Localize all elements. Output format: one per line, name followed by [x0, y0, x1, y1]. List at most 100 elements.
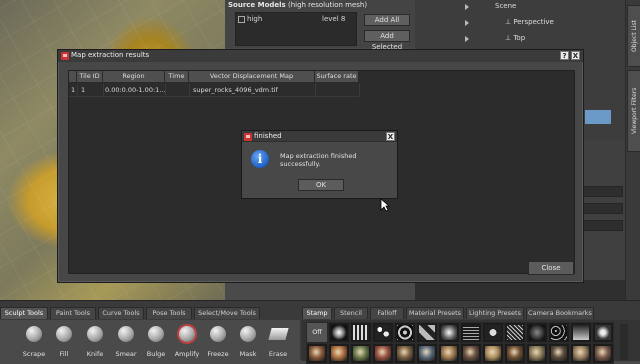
add-all-button[interactable]: Add All: [364, 14, 410, 26]
model-checkbox[interactable]: [238, 16, 245, 23]
column-header-tile-id[interactable]: Tile ID: [77, 71, 103, 83]
bulge-icon: [148, 326, 164, 342]
dialog-titlebar[interactable]: Map extraction results ? X: [58, 50, 583, 62]
tab-select-move-tools[interactable]: Select/Move Tools: [194, 307, 260, 319]
smear-tool[interactable]: Smear: [111, 320, 141, 361]
tab-falloff[interactable]: Falloff: [370, 307, 404, 319]
help-button[interactable]: ?: [560, 51, 569, 60]
stamp-thumbnail[interactable]: [394, 343, 416, 364]
tab-stencil[interactable]: Stencil: [334, 307, 368, 319]
tab-paint-tools[interactable]: Paint Tools: [50, 307, 96, 319]
dialog-close-x-button[interactable]: X: [571, 51, 580, 60]
smear-icon: [118, 326, 134, 342]
property-field[interactable]: [583, 203, 623, 214]
fill-tool[interactable]: Fill: [49, 320, 79, 361]
stamp-thumbnail[interactable]: [394, 322, 416, 343]
stamp-pattern: [485, 346, 501, 361]
stamp-thumbnail[interactable]: [592, 343, 614, 364]
mask-tool[interactable]: Mask: [233, 320, 263, 361]
mudbox-app-icon: [244, 133, 252, 141]
stamp-thumbnail[interactable]: [306, 343, 328, 364]
stamp-thumbnail[interactable]: [592, 322, 614, 343]
amplify-tool[interactable]: Amplify: [172, 320, 202, 361]
stamp-pattern: [529, 325, 545, 340]
expand-arrow-icon[interactable]: [465, 36, 469, 42]
stamp-thumbnail[interactable]: [526, 343, 548, 364]
stamp-thumbnail[interactable]: [482, 343, 504, 364]
stamp-tray-tabs: Stamp Stencil Falloff Material Presets L…: [302, 307, 640, 319]
stamp-pattern: [309, 346, 325, 361]
bulge-tool[interactable]: Bulge: [141, 320, 171, 361]
stamp-scrollbar[interactable]: [620, 324, 628, 360]
tab-camera-bookmarks[interactable]: Camera Bookmarks: [526, 307, 594, 319]
stamp-thumbnail[interactable]: [328, 343, 350, 364]
right-side-tabs: Object List Viewport Filters: [625, 0, 640, 300]
stamp-thumbnail[interactable]: [570, 322, 592, 343]
stamp-thumbnail[interactable]: [416, 322, 438, 343]
tab-stamp[interactable]: Stamp: [302, 307, 332, 319]
stamp-thumbnail[interactable]: [416, 343, 438, 364]
tab-object-list[interactable]: Object List: [627, 5, 640, 67]
stamp-thumbnail[interactable]: [350, 343, 372, 364]
message-titlebar[interactable]: finished X: [242, 131, 397, 142]
property-field[interactable]: [583, 220, 623, 231]
column-header-vdm[interactable]: Vector Displacement Map: [189, 71, 315, 83]
add-selected-button[interactable]: Add Selected: [364, 30, 410, 51]
source-models-list[interactable]: high level 8: [235, 12, 357, 46]
tab-material-presets[interactable]: Material Presets: [406, 307, 464, 319]
table-corner: [69, 71, 77, 83]
stamp-thumbnail[interactable]: [438, 343, 460, 364]
stamp-thumbnail[interactable]: [548, 343, 570, 364]
column-divider: [189, 84, 190, 96]
message-text: Map extraction finished successfully.: [280, 152, 357, 168]
scene-item-perspective[interactable]: ⊥ Perspective: [505, 18, 554, 26]
stamp-thumbnail[interactable]: [504, 322, 526, 343]
tool-label: Bulge: [146, 350, 166, 358]
stamp-thumbnail[interactable]: [526, 322, 548, 343]
expand-arrow-icon[interactable]: [465, 20, 469, 26]
list-item[interactable]: high level 8: [236, 15, 356, 24]
tool-label: Mask: [239, 350, 257, 358]
knife-icon: [87, 326, 103, 342]
close-button[interactable]: Close: [528, 261, 574, 275]
stamp-thumbnail[interactable]: [482, 322, 504, 343]
column-header-time[interactable]: Time: [165, 71, 189, 83]
tab-pose-tools[interactable]: Pose Tools: [146, 307, 192, 319]
scrape-tool[interactable]: Scrape: [19, 320, 49, 361]
right-lower-strip: [415, 280, 625, 300]
stamp-pattern: [331, 346, 347, 361]
freeze-tool[interactable]: Freeze: [203, 320, 233, 361]
stamp-thumbnail[interactable]: [328, 322, 350, 343]
stamp-pattern: [441, 346, 457, 361]
stamp-thumbnail[interactable]: [350, 322, 372, 343]
tab-curve-tools[interactable]: Curve Tools: [98, 307, 144, 319]
expand-arrow-icon[interactable]: [465, 4, 469, 10]
stamp-thumbnail[interactable]: [460, 322, 482, 343]
tab-viewport-filters[interactable]: Viewport Filters: [627, 70, 640, 152]
stamp-thumbnail[interactable]: [460, 343, 482, 364]
erase-tool[interactable]: Erase: [263, 320, 293, 361]
tab-lighting-presets[interactable]: Lighting Presets: [466, 307, 524, 319]
scene-item-scene[interactable]: Scene: [495, 2, 516, 10]
tool-label: Erase: [268, 350, 288, 358]
scene-item-top[interactable]: ⊥ Top: [505, 34, 525, 42]
stamp-thumbnail[interactable]: [570, 343, 592, 364]
stamp-thumbnail[interactable]: [372, 343, 394, 364]
tab-sculpt-tools[interactable]: Sculpt Tools: [0, 307, 48, 319]
scene-selection-highlight[interactable]: [585, 110, 611, 124]
stamp-off-button[interactable]: Off: [306, 322, 328, 343]
source-models-title: Source Models (high resolution mesh): [228, 1, 367, 9]
message-close-x-button[interactable]: X: [386, 132, 395, 141]
tool-label: Fill: [59, 350, 69, 358]
stamp-thumbnail[interactable]: [372, 322, 394, 343]
ok-button[interactable]: OK: [298, 179, 344, 191]
column-header-surface-rate[interactable]: Surface rate: [315, 71, 359, 83]
knife-tool[interactable]: Knife: [80, 320, 110, 361]
stamp-gallery: Off: [302, 320, 640, 364]
property-field[interactable]: [583, 186, 623, 197]
stamp-thumbnail[interactable]: [504, 343, 526, 364]
row-divider: [69, 96, 359, 97]
column-header-region[interactable]: Region: [103, 71, 165, 83]
stamp-thumbnail[interactable]: [548, 322, 570, 343]
stamp-thumbnail[interactable]: [438, 322, 460, 343]
